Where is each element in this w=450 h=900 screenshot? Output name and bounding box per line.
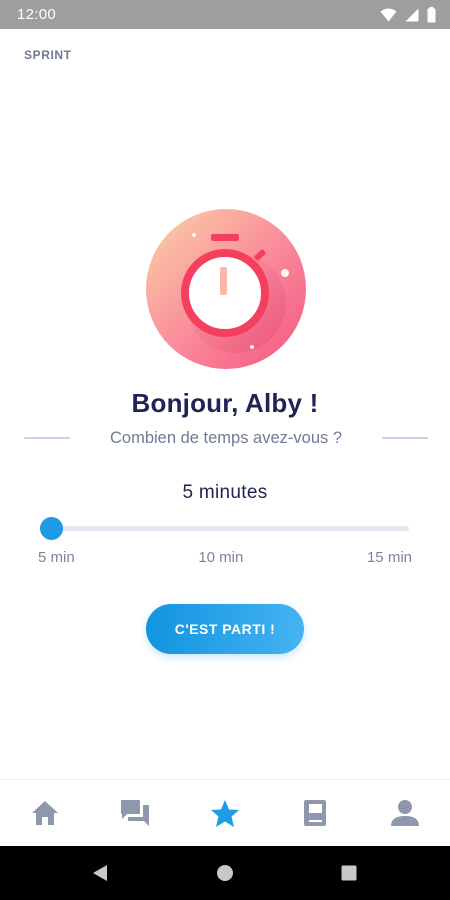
duration-slider[interactable] [40,516,409,542]
back-triangle-icon [93,865,107,881]
tick-label-mid: 10 min [198,549,244,566]
profile-icon [391,800,419,826]
home-icon [32,801,58,825]
divider-left [24,437,70,439]
system-recents-button[interactable] [319,846,379,900]
system-home-button[interactable] [195,846,255,900]
nav-home[interactable] [15,783,75,843]
chat-icon [121,800,149,826]
nav-sprint[interactable] [195,783,255,843]
slider-thumb[interactable] [40,517,63,540]
battery-icon [427,6,436,22]
slider-tick-labels: 5 min 10 min 15 min [38,549,412,569]
greeting-title: Bonjour, Alby ! [131,388,319,418]
wifi-icon [380,8,397,21]
slider-track[interactable] [52,526,409,531]
home-circle-icon [217,865,233,881]
start-button[interactable]: C'EST PARTI ! [146,604,304,654]
stopwatch-icon [146,209,306,369]
status-time: 12:00 [17,6,57,23]
stopwatch-illustration [144,207,308,371]
bottom-nav [0,779,450,846]
question-text: Combien de temps avez-vous ? [109,428,343,447]
status-icons [380,6,436,23]
cell-signal-icon [405,8,419,21]
system-nav-bar [0,846,450,900]
nav-profile[interactable] [375,783,435,843]
recents-square-icon [341,865,357,881]
status-bar: 12:00 [0,0,450,29]
star-icon [211,799,239,827]
nav-library[interactable] [285,783,345,843]
duration-value: 5 minutes [182,482,268,503]
divider-right [382,437,428,439]
tick-label-min: 5 min [38,549,75,566]
question-row: Combien de temps avez-vous ? [24,426,428,450]
tick-label-max: 15 min [366,549,412,566]
screen-title: SPRINT [24,48,72,62]
book-icon [304,800,326,826]
system-back-button[interactable] [70,846,130,900]
nav-chat[interactable] [105,783,165,843]
